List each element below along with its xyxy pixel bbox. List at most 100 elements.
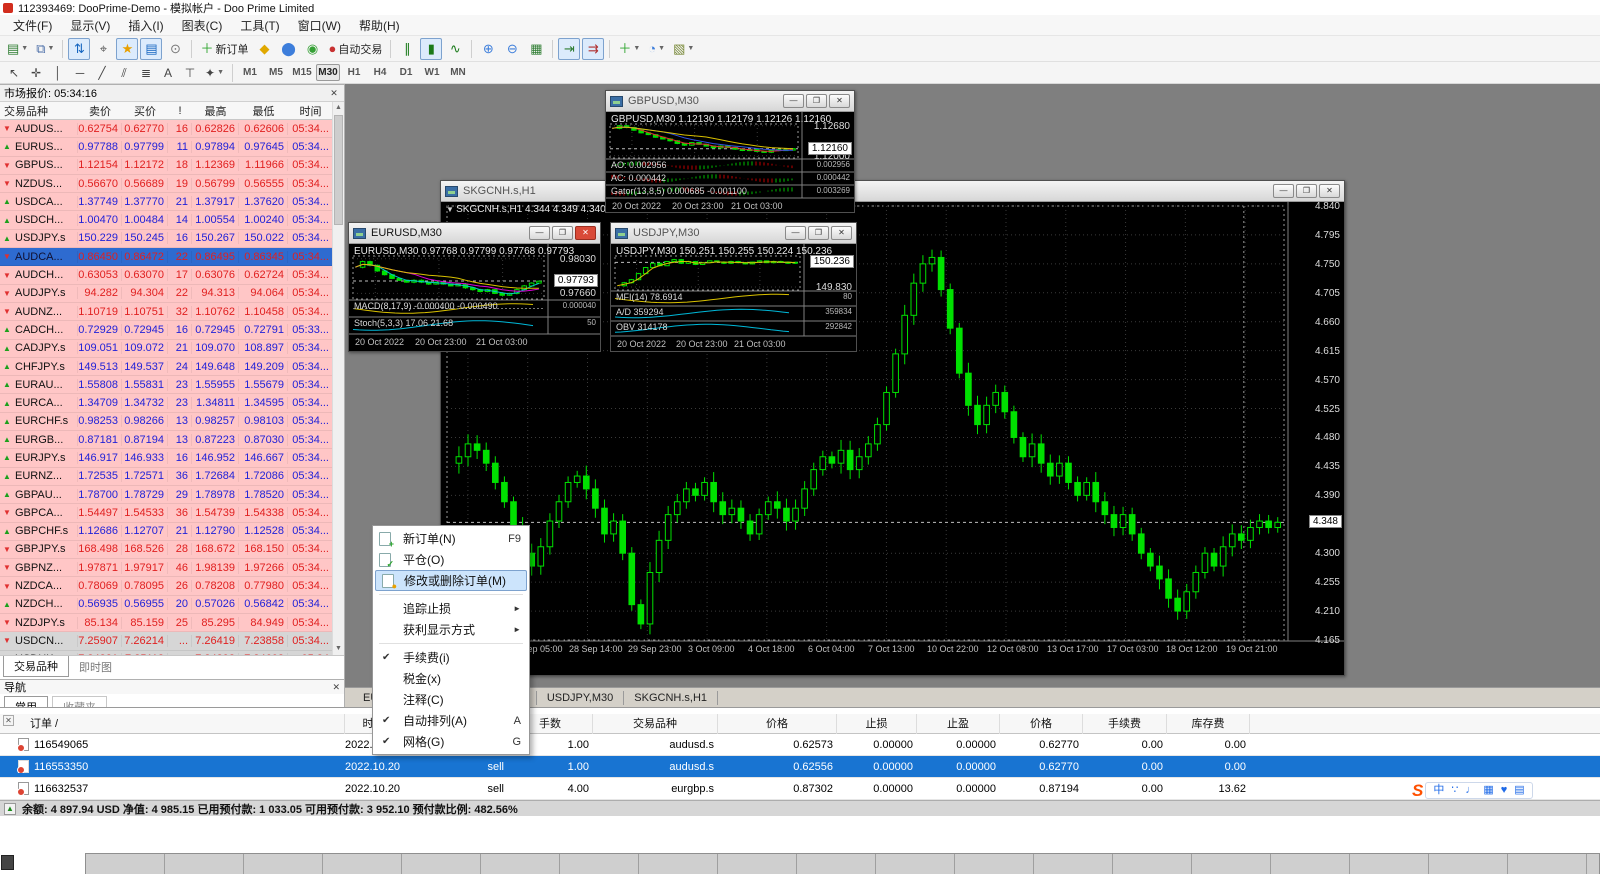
tile-windows-button[interactable]: ▦ [525,38,547,60]
candlestick-button[interactable]: ▮ [420,38,442,60]
market-watch-row[interactable]: ▲EURCHF.s0.982530.98266130.982570.981030… [0,413,344,431]
timeframe-mn[interactable]: MN [446,64,470,81]
mw-col-3[interactable]: ! [168,105,192,117]
market-watch-row[interactable]: ▼AUDNZ...1.107191.10751321.107621.104580… [0,303,344,321]
scroll-down-icon[interactable]: ▼ [333,643,344,655]
indicators-button[interactable]: ＋▼ [615,38,643,60]
order-row[interactable]: 1166325372022.10.20 13:10:19sell4.00eurg… [0,778,1600,800]
order-row[interactable]: 1165533502022.10.20 07:22:21sell1.00audu… [0,756,1600,778]
chart-client-area[interactable]: EURUSD,M30 0.97768 0.97799 0.97768 0.977… [349,244,600,351]
close-button[interactable]: ✕ [831,226,852,240]
orders-col-5[interactable]: 价格 [718,714,837,734]
trendline-tool[interactable]: ╱ [92,64,112,82]
market-watch-row[interactable]: ▼NZDUS...0.566700.56689190.567990.565550… [0,175,344,193]
market-watch-row[interactable]: ▲EURUS...0.977880.97799110.978940.976450… [0,138,344,156]
market-watch-row[interactable]: ▼NZDJPY.s85.13485.1592585.29584.94905:34… [0,614,344,632]
chart-window-usdjpy-m30[interactable]: USDJPY,M30—❐✕USDJPY,M30 150.251 150.255 … [610,222,857,352]
mw-col-4[interactable]: 最高 [192,103,239,119]
timeframe-m1[interactable]: M1 [238,64,262,81]
keyboard-icon[interactable]: ▦ [1483,785,1493,796]
timeframe-h1[interactable]: H1 [342,64,366,81]
context-menu-item-a[interactable]: ✔自动排列(A)A [373,710,529,731]
navigator-close-icon[interactable]: ✕ [332,682,340,693]
market-watch-row[interactable]: ▲GBPCHF.s1.126861.12707211.127901.125280… [0,523,344,541]
context-menu-item-n[interactable]: +新订单(N)F9 [373,528,529,549]
voice-icon[interactable]: ♩ [1465,785,1476,796]
profiles-button[interactable]: ⧉▼ [33,38,57,60]
one-click-trading-icon[interactable]: ▼ [446,205,456,214]
chart-client-area[interactable]: USDJPY,M30 150.251 150.255 150.224 150.2… [611,244,856,351]
market-watch-tab-item[interactable]: 即时图 [69,656,122,677]
market-watch-row[interactable]: ▲CADCH...0.729290.72945160.729450.727910… [0,321,344,339]
minimize-button[interactable]: — [783,94,804,108]
minimize-button[interactable]: — [785,226,806,240]
restore-button[interactable]: ❐ [552,226,573,240]
bar-chart-button[interactable]: ∥ [396,38,418,60]
market-watch-tab-item[interactable]: 交易品种 [3,656,69,677]
context-menu-item-item[interactable]: 获利显示方式► [373,619,529,640]
orders-col-8[interactable]: 价格 [1000,714,1083,734]
chart-tab-usdjpy-m30[interactable]: USDJPY,M30 [537,691,624,705]
minimize-button[interactable]: — [529,226,550,240]
auto-scroll-button[interactable]: ⇉ [582,38,604,60]
timeframe-w1[interactable]: W1 [420,64,444,81]
timeframe-d1[interactable]: D1 [394,64,418,81]
menu-item-2[interactable]: 插入(I) [119,14,172,37]
close-button[interactable]: ✕ [1319,184,1340,198]
market-watch-close-icon[interactable]: ✕ [328,88,340,99]
restore-button[interactable]: ❐ [806,94,827,108]
context-menu-item-c[interactable]: 注释(C) [373,689,529,710]
scroll-up-icon[interactable]: ▲ [333,102,344,114]
market-watch-row[interactable]: ▲GBPAU...1.787001.78729291.789781.785200… [0,486,344,504]
orders-col-9[interactable]: 手续费 [1083,714,1167,734]
text-tool[interactable]: A [158,64,178,82]
context-menu-item-item[interactable]: 追踪止损► [373,598,529,619]
orders-col-4[interactable]: 交易品种 [593,714,718,734]
crosshair-tool[interactable]: ✛ [26,64,46,82]
market-watch-row[interactable]: ▼GBPCA...1.544971.54533361.547391.543380… [0,504,344,522]
background-window-icon[interactable] [1,855,14,870]
market-watch-row[interactable]: ▲NZDCH...0.569350.56955200.570260.568420… [0,596,344,614]
context-menu-item-i[interactable]: ✔手续费(i) [373,647,529,668]
navigator-tab-item[interactable]: 常用 [4,696,48,707]
data-window-button[interactable]: ⌖ [92,38,114,60]
market-watch-row[interactable]: ▼USDHK...7.848217.851187.848987.8460805:… [0,651,344,655]
chart-window-titlebar[interactable]: USDJPY,M30—❐✕ [611,223,856,244]
orders-col-0[interactable]: 订单 / [0,714,345,734]
market-watch-row[interactable]: ▼NZDCA...0.780690.78095260.782080.779800… [0,577,344,595]
restore-button[interactable]: ❐ [1296,184,1317,198]
market-watch-row[interactable]: ▲EURGB...0.871810.87194130.872230.870300… [0,431,344,449]
menu-item-4[interactable]: 工具(T) [231,14,288,37]
orders-col-10[interactable]: 库存费 [1167,714,1250,734]
context-menu-item-g[interactable]: ✔网格(G)G [373,731,529,752]
terminal-close-icon[interactable]: ✕ [3,715,14,726]
signals-button[interactable]: ◉ [301,38,323,60]
orders-col-7[interactable]: 止盈 [917,714,1000,734]
order-row[interactable]: 1165490652022.10.20 07:11.00audusd.s0.62… [0,734,1600,756]
market-watch-row[interactable]: ▲CADJPY.s109.051109.07221109.070108.8970… [0,340,344,358]
mw-col-1[interactable]: 卖价 [78,103,122,119]
periods-button[interactable]: ◔▼ [645,38,668,60]
chart-window-gbpusd-m30[interactable]: GBPUSD,M30—❐✕GBPUSD,M30 1.12130 1.12179 … [605,90,855,213]
punctuation-icon[interactable]: ∵ [1451,785,1458,796]
strategy-tester-button[interactable]: ⊙ [164,38,186,60]
restore-button[interactable]: ❐ [808,226,829,240]
market-watch-scrollbar[interactable]: ▲ ▼ [332,102,344,655]
market-watch-row[interactable]: ▼AUDCA...0.864500.86472220.864950.863450… [0,248,344,266]
mw-col-5[interactable]: 最低 [239,103,288,119]
new-order-button[interactable]: ＋新订单 [197,38,251,60]
menu-item-6[interactable]: 帮助(H) [350,14,409,37]
market-watch-row[interactable]: ▼AUDUS...0.627540.62770160.628260.626060… [0,120,344,138]
mw-col-6[interactable]: 时间 [288,103,333,119]
sogou-logo-icon[interactable]: S [1412,781,1423,801]
chart-window-titlebar[interactable]: GBPUSD,M30—❐✕ [606,91,854,112]
market-watch-row[interactable]: ▼GBPNZ...1.978711.97917461.981391.972660… [0,559,344,577]
chart-window-titlebar[interactable]: SKGCNH.s,H1—❐✕ [441,181,1344,202]
scrollbar-thumb[interactable] [334,115,343,225]
skin-icon[interactable]: ♥ [1501,785,1508,796]
market-watch-row[interactable]: ▲EURCA...1.347091.34732231.348111.345950… [0,394,344,412]
navigator-tab-item[interactable]: 收藏夹 [52,696,107,707]
context-menu-item-x[interactable]: 税金(x) [373,668,529,689]
toolbox-icon[interactable]: ▤ [1514,785,1524,796]
orders-col-6[interactable]: 止损 [837,714,917,734]
